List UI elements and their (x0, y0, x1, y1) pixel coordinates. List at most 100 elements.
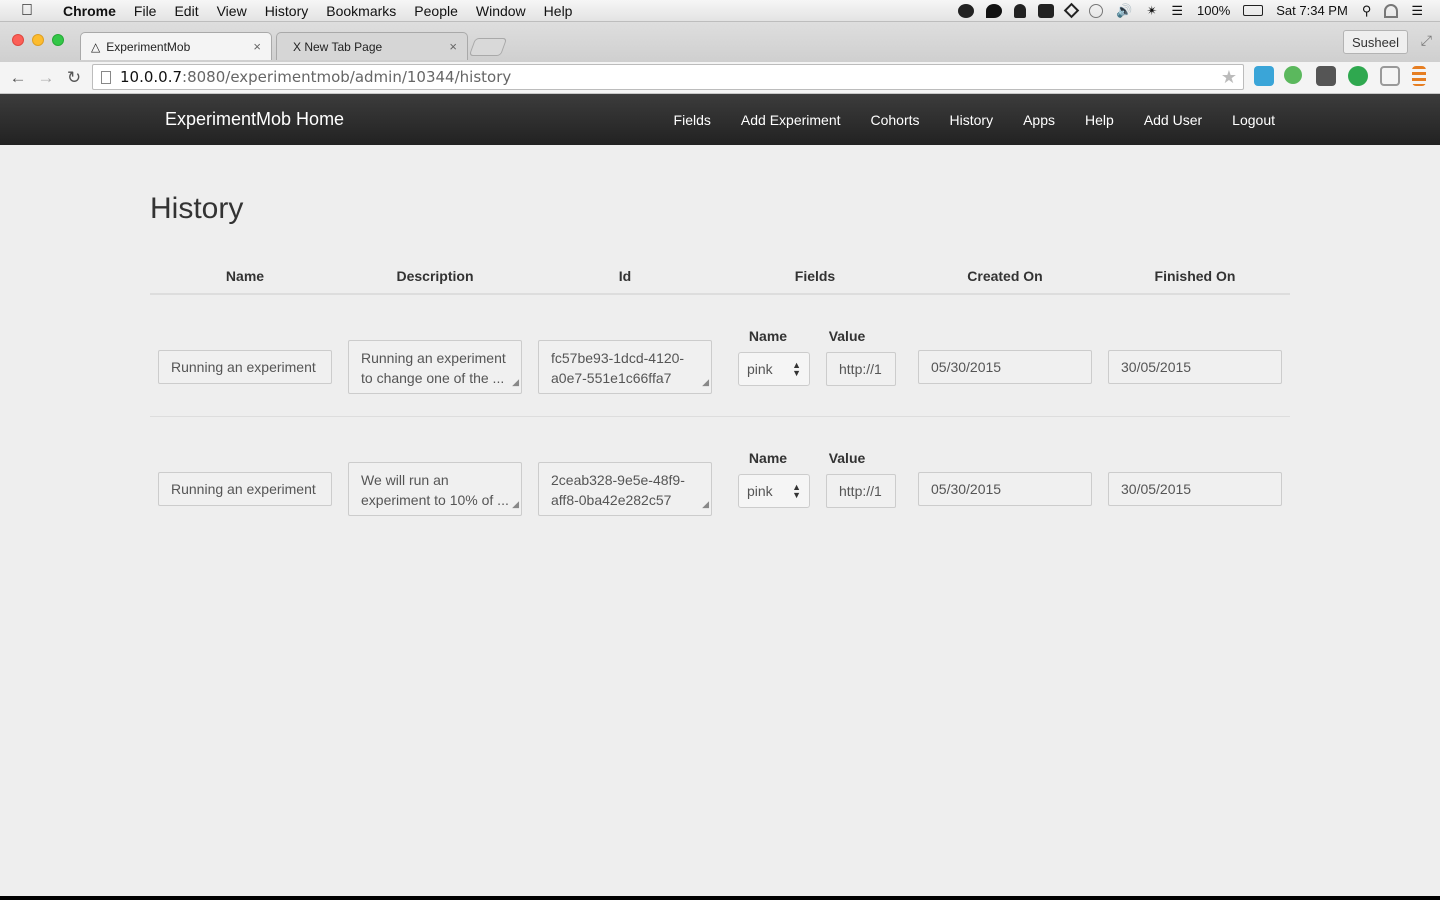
profile-button[interactable]: Susheel (1343, 30, 1408, 54)
bluetooth-icon[interactable]: ✴ (1139, 3, 1164, 19)
new-tab-button[interactable] (468, 38, 508, 56)
menu-bookmarks[interactable]: Bookmarks (317, 3, 405, 19)
nav-cohorts[interactable]: Cohorts (856, 112, 935, 128)
tab-new-tab-page[interactable]: X New Tab Page × (276, 32, 468, 60)
address-bar[interactable]: 10.0.0.7 :8080/experimentmob/admin/10344… (92, 64, 1244, 90)
reload-icon[interactable]: ↻ (60, 68, 88, 88)
flask-icon: △ (91, 39, 101, 54)
fields-group: Name Value pink ▲ ▼ http://1 (728, 324, 902, 387)
bookmark-star-icon[interactable]: ★ (1221, 67, 1237, 88)
column-header-fields: Fields (720, 258, 910, 295)
nav-add-user[interactable]: Add User (1129, 112, 1217, 128)
page-title: History (150, 192, 244, 225)
finished-on-field[interactable]: 30/05/2015 (1108, 350, 1282, 385)
column-header-id: Id (530, 258, 720, 295)
menu-history[interactable]: History (256, 3, 318, 19)
spotlight-search-icon[interactable]: ⚲ (1355, 3, 1379, 19)
field-name-select[interactable]: pink ▲ ▼ (738, 474, 810, 509)
brand-link[interactable]: ExperimentMob Home (165, 109, 344, 130)
forward-icon[interactable]: → (32, 68, 60, 88)
tab-title: X New Tab Page (293, 39, 383, 54)
field-name-value: pink (747, 483, 773, 500)
status-tray: 🔊 ✴ ☰ 100% Sat 7:34 PM ⚲ ☰ (952, 3, 1440, 19)
chat-bubble-icon[interactable] (986, 3, 1003, 18)
clock[interactable]: Sat 7:34 PM (1269, 3, 1355, 18)
menu-edit[interactable]: Edit (165, 3, 207, 19)
resize-grip-icon[interactable]: ◢ (512, 494, 519, 514)
column-header-description: Description (340, 258, 530, 295)
created-on-field[interactable]: 05/30/2015 (918, 350, 1092, 385)
nav-apps[interactable]: Apps (1008, 112, 1070, 128)
menu-app-chrome[interactable]: Chrome (54, 3, 125, 19)
experiment-id-textarea[interactable]: fc57be93-1dcd-4120-a0e7-551e1c66ffa7 ◢ (538, 340, 712, 395)
field-name-value: pink (747, 361, 773, 378)
back-icon[interactable]: ← (4, 68, 32, 88)
extension-green-icon[interactable] (1348, 66, 1368, 86)
zoom-window-button[interactable] (52, 34, 64, 46)
field-value-header: Value (828, 328, 866, 345)
notification-center-icon[interactable]: ☰ (1404, 3, 1430, 19)
extension-evernote-icon[interactable] (1284, 66, 1302, 84)
resize-grip-icon[interactable]: ◢ (702, 494, 709, 514)
column-header-created-on: Created On (910, 258, 1100, 295)
field-value-input[interactable]: http://1 (826, 352, 896, 387)
id-text: 2ceab328-9e5e-48f9-aff8-0ba42e282c57 (551, 472, 685, 509)
menu-window[interactable]: Window (467, 3, 535, 19)
evernote-icon[interactable] (958, 3, 975, 18)
pocket-extension-icon[interactable] (1316, 66, 1336, 86)
created-on-field[interactable]: 05/30/2015 (918, 472, 1092, 507)
select-arrows-icon: ▲ ▼ (792, 482, 801, 501)
resize-grip-icon[interactable]: ◢ (702, 372, 709, 392)
experiment-description-textarea[interactable]: We will run an experiment to 10% of ... ◢ (348, 462, 522, 517)
table-row: Running an experiment Running an experim… (150, 294, 1290, 416)
minimize-window-button[interactable] (32, 34, 44, 46)
nav-add-experiment[interactable]: Add Experiment (726, 112, 856, 128)
nav-history[interactable]: History (935, 112, 1009, 128)
extension-c-icon[interactable] (1254, 66, 1274, 86)
tab-experimentmob[interactable]: △ ExperimentMob × (80, 32, 272, 60)
browser-toolbar: ← → ↻ 10.0.0.7 :8080/experimentmob/admin… (0, 62, 1440, 94)
nav-fields[interactable]: Fields (659, 112, 726, 128)
fields-group: Name Value pink ▲ ▼ http://1 (728, 446, 902, 509)
fullscreen-icon[interactable]: ⤢ (1421, 32, 1432, 49)
close-tab-icon[interactable]: × (253, 39, 261, 54)
nav-help[interactable]: Help (1070, 112, 1129, 128)
field-value-input[interactable]: http://1 (826, 474, 896, 509)
menu-view[interactable]: View (208, 3, 256, 19)
menu-file[interactable]: File (125, 3, 166, 19)
wifi-icon[interactable]: ☰ (1164, 3, 1190, 19)
field-value-header: Value (828, 450, 866, 467)
menu-people[interactable]: People (405, 3, 467, 19)
notification-bell-icon[interactable] (1014, 3, 1027, 18)
finished-on-field[interactable]: 30/05/2015 (1108, 472, 1282, 507)
table-row: Running an experiment We will run an exp… (150, 415, 1290, 538)
tab-title: ExperimentMob (106, 39, 191, 54)
battery-percent: 100% (1197, 3, 1231, 18)
nav-logout[interactable]: Logout (1217, 112, 1290, 128)
url-host: 10.0.0.7 (120, 68, 183, 86)
select-arrows-icon: ▲ ▼ (792, 360, 801, 379)
user-icon[interactable] (1384, 3, 1399, 18)
description-text: We will run an experiment to 10% of ... (361, 472, 509, 509)
close-window-button[interactable] (12, 34, 24, 46)
battery-icon[interactable] (1243, 5, 1264, 16)
field-name-header: Name (748, 450, 788, 467)
resize-grip-icon[interactable]: ◢ (512, 372, 519, 392)
apple-menu-icon[interactable]:  (0, 2, 54, 20)
chrome-menu-icon[interactable] (1412, 66, 1426, 86)
recycle-extension-icon[interactable] (1380, 66, 1400, 86)
time-machine-icon[interactable] (1089, 3, 1104, 18)
pocket-icon[interactable] (1038, 3, 1055, 18)
site-navbar: ExperimentMob Home Fields Add Experiment… (0, 94, 1440, 145)
menu-help[interactable]: Help (535, 3, 582, 19)
experiment-name-field[interactable]: Running an experiment (158, 350, 332, 385)
page-icon (101, 70, 111, 84)
experiment-description-textarea[interactable]: Running an experiment to change one of t… (348, 340, 522, 395)
dropbox-icon[interactable] (1063, 2, 1080, 19)
volume-icon[interactable]: 🔊 (1109, 3, 1139, 19)
experiment-name-field[interactable]: Running an experiment (158, 472, 332, 507)
close-tab-icon[interactable]: × (449, 39, 457, 54)
experiment-id-textarea[interactable]: 2ceab328-9e5e-48f9-aff8-0ba42e282c57 ◢ (538, 462, 712, 517)
mac-menu-bar:  Chrome File Edit View History Bookmark… (0, 0, 1440, 22)
field-name-select[interactable]: pink ▲ ▼ (738, 352, 810, 387)
